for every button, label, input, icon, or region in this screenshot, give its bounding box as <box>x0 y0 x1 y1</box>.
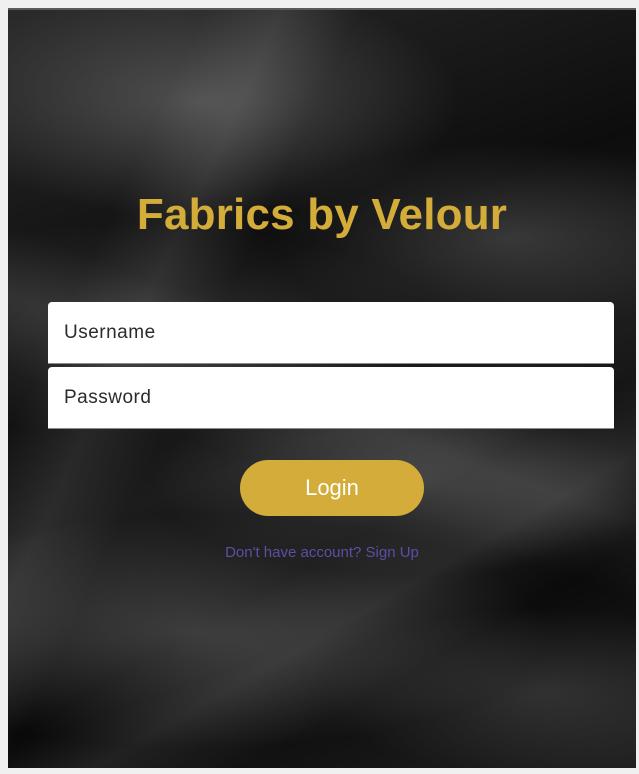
password-field[interactable] <box>48 367 614 429</box>
username-field[interactable] <box>48 302 614 364</box>
screen: Fabrics by Velour Login Don't have accou… <box>0 0 639 774</box>
login-button[interactable]: Login <box>240 460 424 516</box>
app-title: Fabrics by Velour <box>136 190 508 239</box>
login-window: Fabrics by Velour Login Don't have accou… <box>8 8 636 768</box>
signup-link[interactable]: Don't have account? Sign Up <box>8 544 636 561</box>
username-input[interactable] <box>48 302 614 363</box>
password-input[interactable] <box>48 367 614 428</box>
